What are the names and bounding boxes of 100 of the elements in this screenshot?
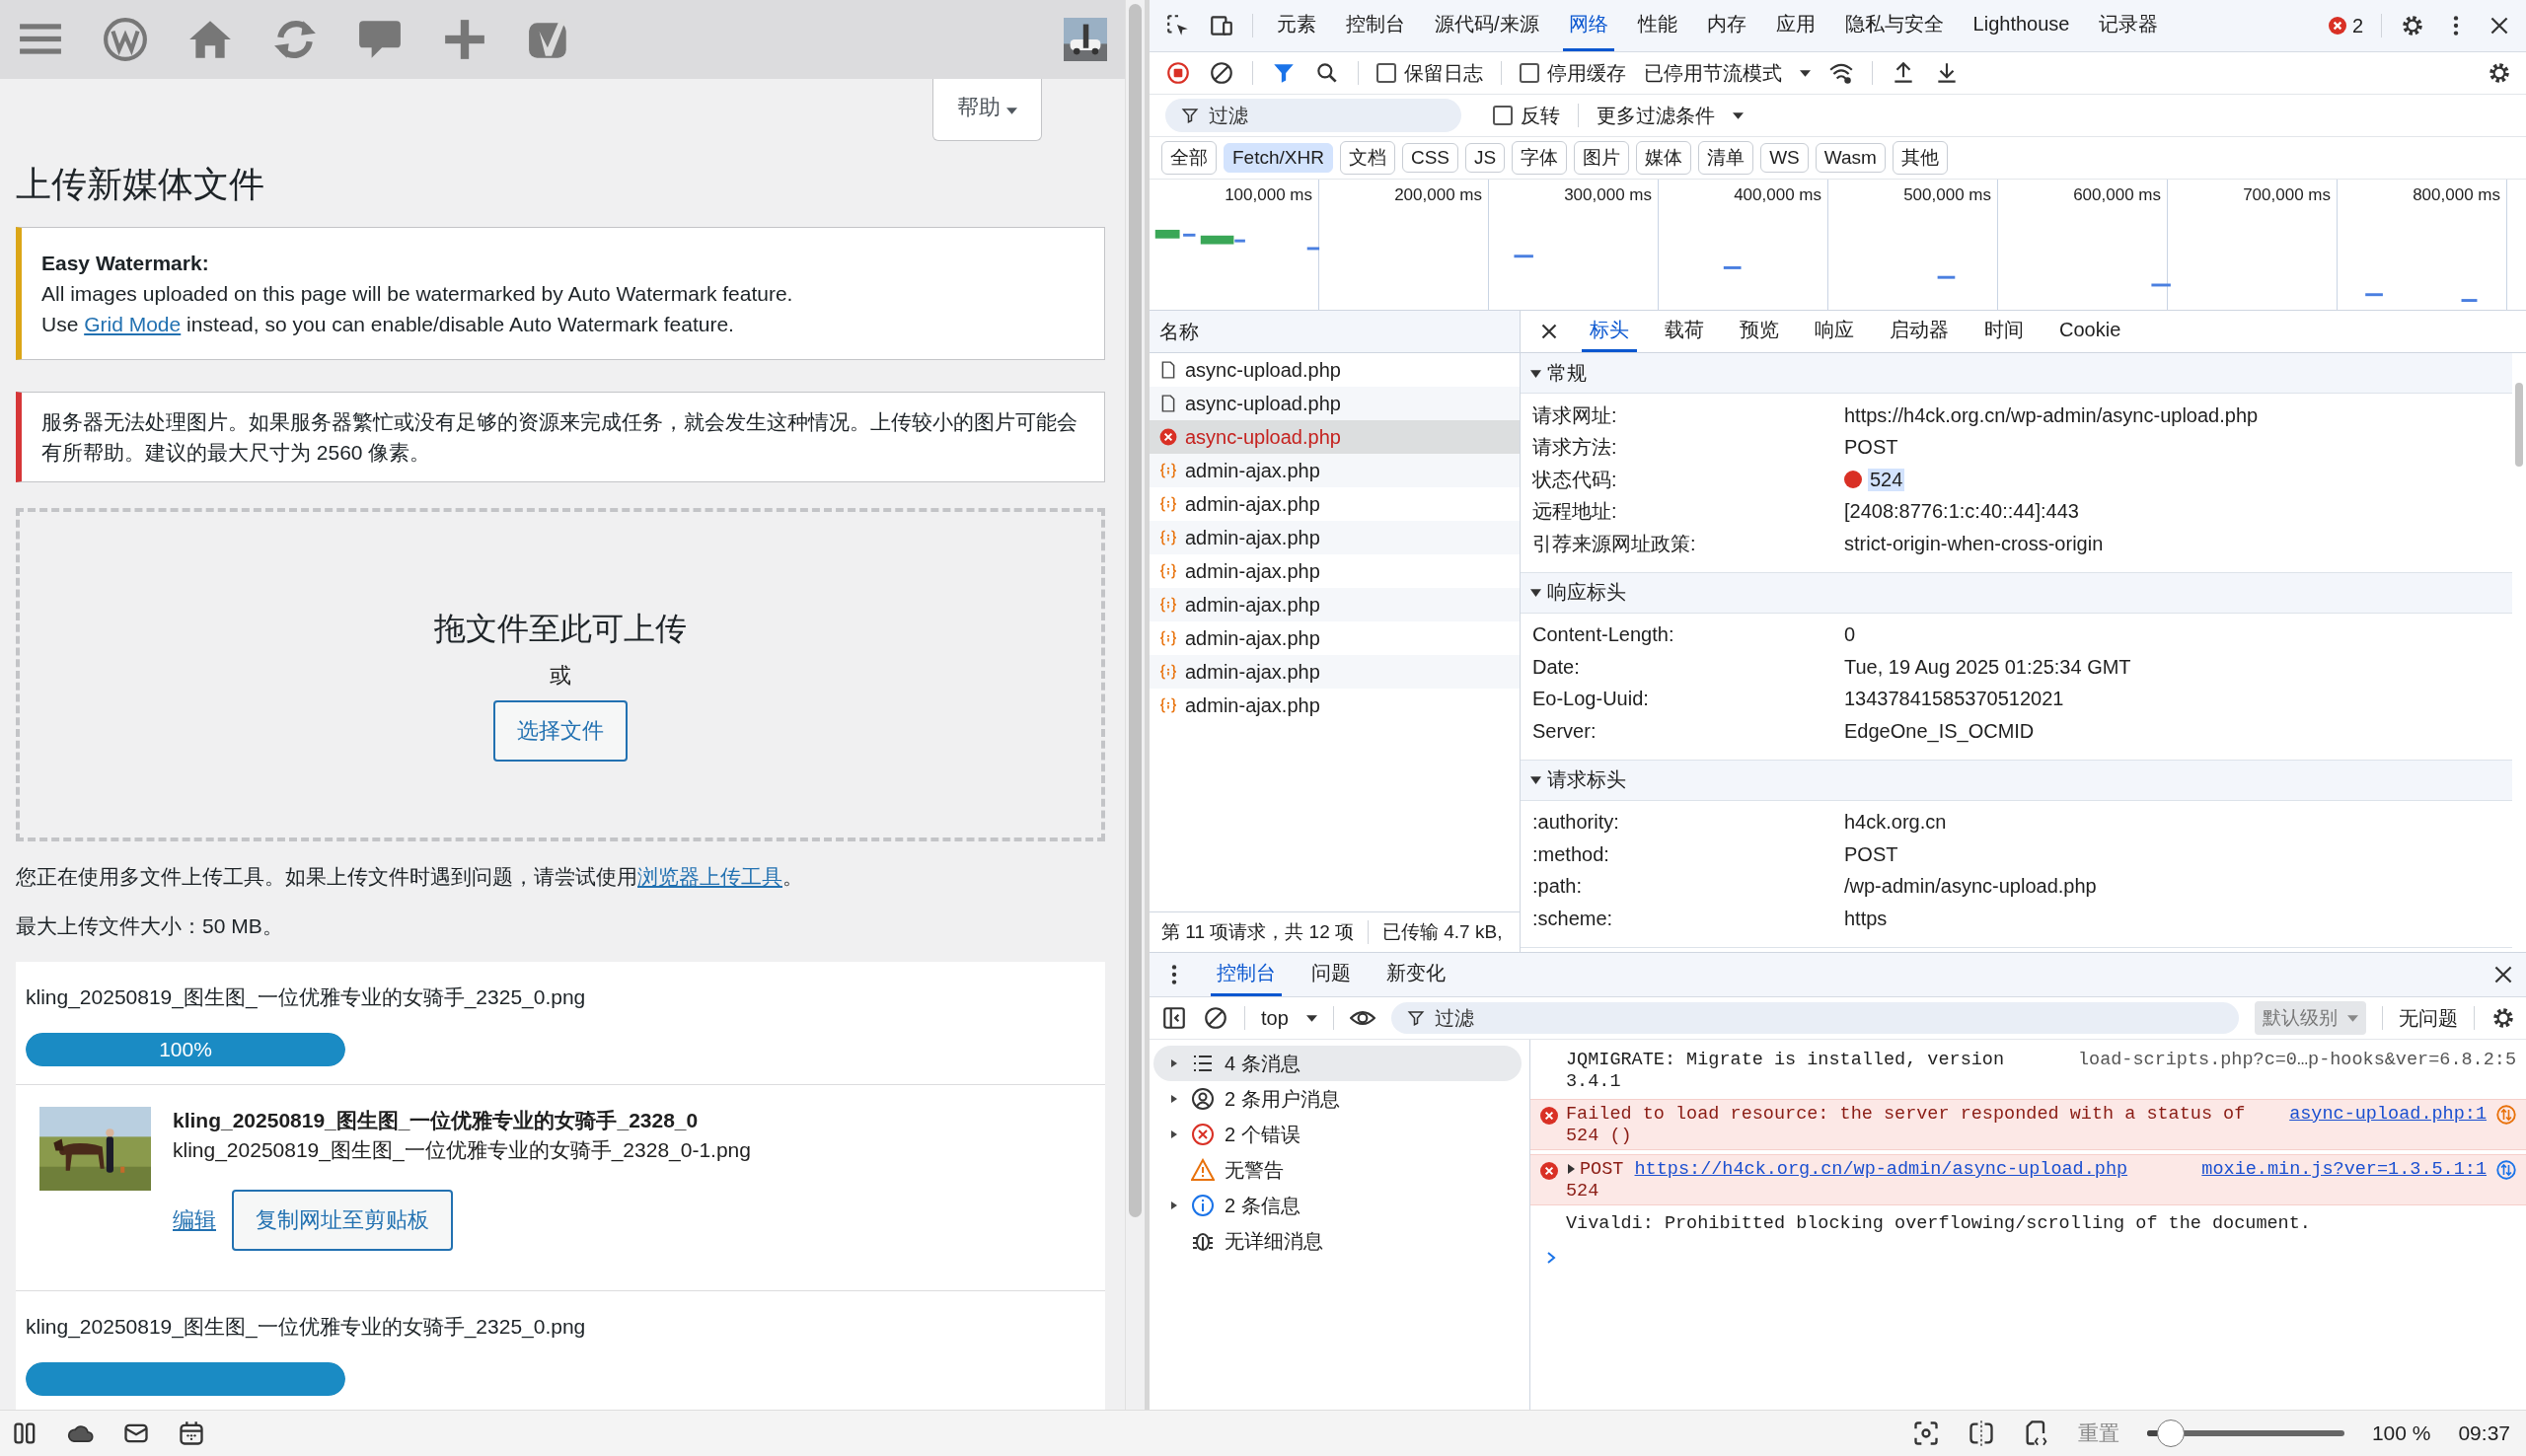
message-group[interactable]: 2 个错误 bbox=[1153, 1117, 1522, 1152]
type-filter-chip[interactable]: WS bbox=[1760, 143, 1809, 173]
request-row[interactable]: admin-ajax.php bbox=[1150, 454, 1520, 487]
error-count-badge[interactable]: 2 bbox=[2328, 14, 2363, 37]
request-row[interactable]: async-upload.php bbox=[1150, 353, 1520, 387]
clear-icon[interactable] bbox=[1203, 1005, 1228, 1031]
plus-icon[interactable] bbox=[442, 17, 487, 62]
detail-tab[interactable]: 响应 bbox=[1807, 311, 1862, 352]
throttling-dropdown[interactable]: 已停用节流模式 bbox=[1644, 59, 1811, 87]
request-row[interactable]: admin-ajax.php bbox=[1150, 487, 1520, 521]
help-button[interactable]: 帮助 bbox=[931, 79, 1042, 141]
more-filters-dropdown[interactable]: 更多过滤条件 bbox=[1597, 102, 1744, 129]
column-header[interactable]: 名称 bbox=[1150, 311, 1520, 353]
panel-tab[interactable]: 网络 bbox=[1562, 0, 1614, 51]
network-request-icon[interactable] bbox=[2496, 1160, 2516, 1180]
type-filter-chip[interactable]: 媒体 bbox=[1636, 141, 1692, 175]
panel-tab[interactable]: 隐私与安全 bbox=[1838, 0, 1950, 51]
record-icon[interactable] bbox=[1165, 60, 1191, 86]
panel-tab[interactable]: 元素 bbox=[1271, 0, 1322, 51]
panel-tab[interactable]: 性能 bbox=[1631, 0, 1683, 51]
clear-icon[interactable] bbox=[1209, 60, 1234, 86]
type-filter-chip[interactable]: JS bbox=[1465, 143, 1506, 173]
type-filter-chip[interactable]: 其他 bbox=[1892, 141, 1948, 175]
settings-icon[interactable] bbox=[2400, 13, 2425, 38]
type-filter-chip[interactable]: 全部 bbox=[1161, 141, 1217, 175]
type-filter-chip[interactable]: 清单 bbox=[1698, 141, 1754, 175]
panel-tab[interactable]: 控制台 bbox=[1340, 0, 1411, 51]
expand-icon[interactable] bbox=[1169, 1093, 1179, 1105]
detail-tab[interactable]: 启动器 bbox=[1882, 311, 1957, 352]
calendar-icon[interactable] bbox=[178, 1420, 205, 1447]
source-link[interactable]: async-upload.php:1 bbox=[2289, 1104, 2487, 1126]
source-link[interactable]: moxie.min.js?ver=1.3.5.1:1 bbox=[2201, 1159, 2487, 1181]
filter-field[interactable]: 过滤 bbox=[1390, 1002, 2239, 1034]
prompt-chevron-icon[interactable] bbox=[1546, 1251, 1556, 1265]
message-group[interactable]: 无警告 bbox=[1153, 1152, 1522, 1188]
message-group[interactable]: 2 条信息 bbox=[1153, 1188, 1522, 1223]
drawer-tab[interactable]: 问题 bbox=[1305, 953, 1357, 996]
link[interactable]: https://h4ck.org.cn/wp-admin/async-upload.php bbox=[1634, 1159, 2128, 1180]
wordpress-logo-icon[interactable] bbox=[103, 17, 148, 62]
copy-url-button[interactable]: 复制网址至剪贴板 bbox=[232, 1190, 453, 1251]
header-value: 524 bbox=[1868, 468, 1905, 491]
section-header[interactable]: 请求标头 bbox=[1521, 760, 2512, 801]
message-group[interactable]: 2 条用户消息 bbox=[1153, 1081, 1522, 1117]
zoom-slider[interactable] bbox=[2146, 1420, 2344, 1447]
section-header[interactable]: 响应标头 bbox=[1521, 572, 2512, 614]
drop-zone[interactable]: 拖文件至此可上传 或 选择文件 bbox=[16, 508, 1105, 841]
request-row[interactable]: admin-ajax.php bbox=[1150, 621, 1520, 655]
request-row[interactable]: async-upload.php bbox=[1150, 420, 1520, 454]
request-row[interactable]: admin-ajax.php bbox=[1150, 655, 1520, 689]
detail-tab[interactable]: Cookie bbox=[2051, 311, 2129, 352]
expand-icon[interactable] bbox=[1169, 1057, 1179, 1069]
link[interactable]: 浏览器上传工具 bbox=[637, 865, 782, 888]
header-value: [2408:8776:1:c:40::44]:443 bbox=[1844, 500, 2079, 524]
panel-tab[interactable]: 应用 bbox=[1769, 0, 1821, 51]
header-name: :scheme: bbox=[1532, 907, 1614, 930]
type-filter-chip[interactable]: 文档 bbox=[1339, 141, 1395, 175]
message-group[interactable]: 无详细消息 bbox=[1153, 1223, 1522, 1259]
panel-tab[interactable]: Lighthouse bbox=[1967, 0, 2076, 51]
device-toolbar-icon[interactable] bbox=[1209, 13, 1234, 38]
request-row[interactable]: async-upload.php bbox=[1150, 387, 1520, 420]
capture-icon[interactable] bbox=[1911, 1420, 1940, 1447]
request-row[interactable]: admin-ajax.php bbox=[1150, 521, 1520, 554]
request-row[interactable]: admin-ajax.php bbox=[1150, 689, 1520, 722]
link[interactable]: Grid Mode bbox=[84, 313, 182, 335]
filter-field[interactable]: 过滤 bbox=[1165, 99, 1461, 132]
preserve-log-checkbox[interactable]: 保留日志 bbox=[1376, 59, 1483, 87]
type-filter-chip[interactable]: CSS bbox=[1401, 143, 1458, 173]
panel-tab[interactable]: 记录器 bbox=[2093, 0, 2165, 51]
context-dropdown[interactable]: top bbox=[1261, 1006, 1317, 1030]
type-filter-chip[interactable]: 图片 bbox=[1574, 141, 1630, 175]
expand-icon[interactable] bbox=[1566, 1164, 1576, 1174]
source-link[interactable]: load-scripts.php?c=0…p-hooks&ver=6.8.2:5 bbox=[2077, 1050, 2516, 1071]
settings-icon[interactable] bbox=[2487, 60, 2512, 86]
request-row[interactable]: admin-ajax.php bbox=[1150, 588, 1520, 621]
sidebar-toggle-icon[interactable] bbox=[1161, 1005, 1187, 1031]
type-filter-chip[interactable]: Fetch/XHR bbox=[1224, 143, 1333, 173]
select-files-button[interactable]: 选择文件 bbox=[493, 700, 628, 762]
detail-tab[interactable]: 载荷 bbox=[1657, 311, 1712, 352]
expand-icon[interactable] bbox=[1169, 1200, 1179, 1211]
disable-cache-checkbox[interactable]: 停用缓存 bbox=[1520, 59, 1626, 87]
tiling-icon[interactable] bbox=[1967, 1420, 1995, 1447]
edit-link[interactable]: 编辑 bbox=[173, 1205, 216, 1235]
type-filter-chip[interactable]: 字体 bbox=[1512, 141, 1568, 175]
detail-tab[interactable]: 时间 bbox=[1976, 311, 2032, 352]
request-row[interactable]: admin-ajax.php bbox=[1150, 554, 1520, 588]
expand-icon[interactable] bbox=[1169, 1128, 1179, 1140]
panel-tab[interactable]: 内存 bbox=[1700, 0, 1752, 51]
log-levels-dropdown[interactable]: 默认级别 bbox=[2255, 1001, 2366, 1035]
network-request-icon[interactable] bbox=[2496, 1105, 2516, 1125]
drawer-tab[interactable]: 控制台 bbox=[1211, 953, 1282, 996]
panel-tab[interactable]: 源代码/来源 bbox=[1429, 0, 1545, 51]
settings-icon[interactable] bbox=[2490, 1005, 2516, 1031]
scrollbar[interactable] bbox=[1125, 0, 1145, 1410]
detail-tab[interactable]: 预览 bbox=[1732, 311, 1787, 352]
issues-button[interactable]: 无问题 bbox=[2399, 1004, 2458, 1032]
invert-checkbox[interactable]: 反转 bbox=[1493, 102, 1560, 129]
message-group[interactable]: 4 条消息 bbox=[1153, 1046, 1522, 1081]
section-header[interactable]: 常规 bbox=[1521, 353, 2512, 394]
drawer-tab[interactable]: 新变化 bbox=[1380, 953, 1451, 996]
type-filter-chip[interactable]: Wasm bbox=[1815, 143, 1886, 173]
